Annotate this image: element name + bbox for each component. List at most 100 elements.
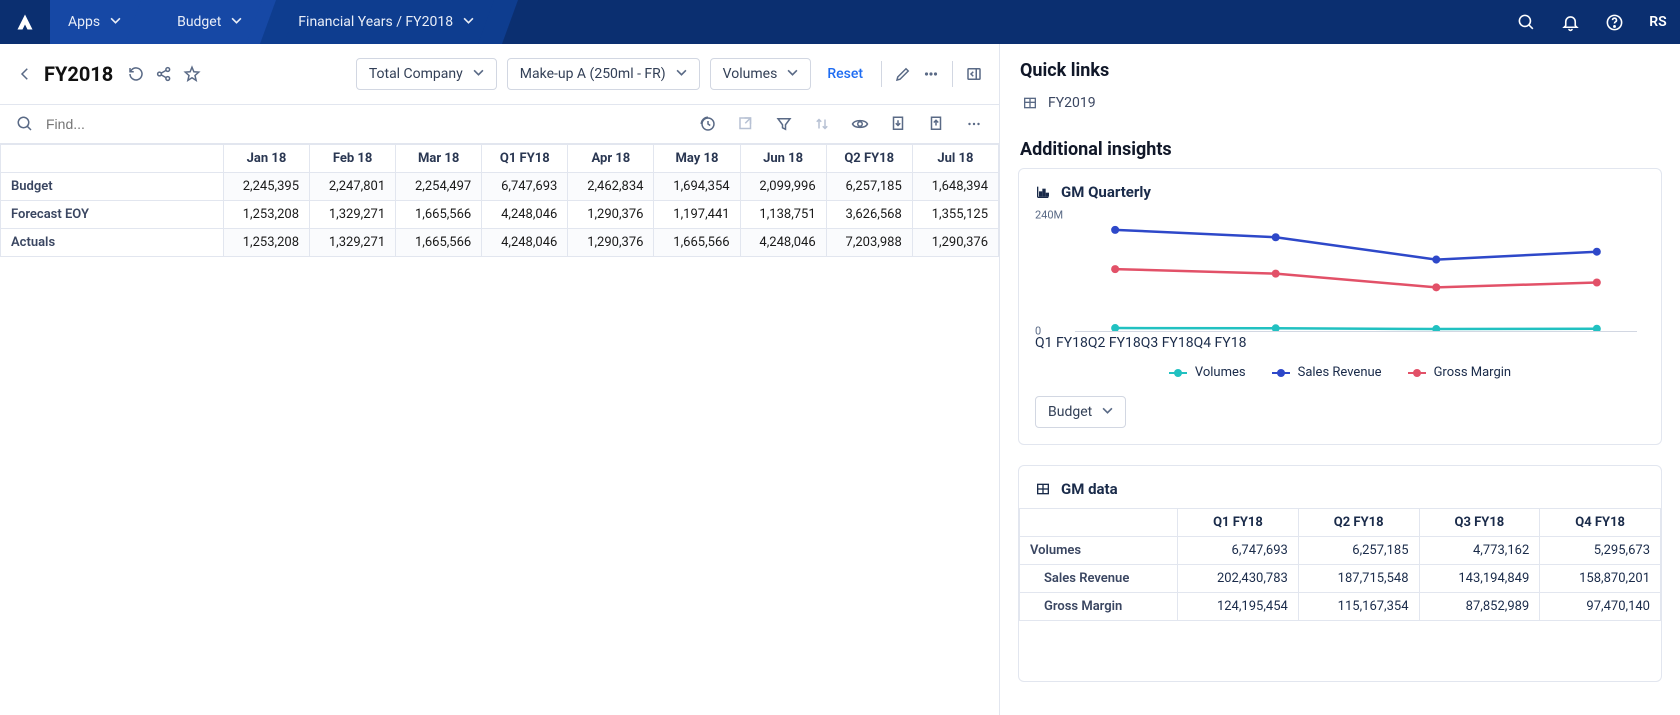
column-header[interactable]: Q1 FY18 bbox=[1178, 509, 1299, 537]
notifications-button[interactable] bbox=[1548, 0, 1592, 44]
data-cell[interactable]: 115,167,354 bbox=[1298, 593, 1419, 621]
quick-link-fy2019[interactable]: FY2019 bbox=[1000, 89, 1680, 123]
edit-button[interactable] bbox=[894, 65, 912, 83]
row-header[interactable]: Actuals bbox=[1, 229, 224, 257]
column-header[interactable]: Jan 18 bbox=[223, 145, 309, 173]
chart-card: GM Quarterly 240M 0 Q1 FY18Q2 FY18Q3 FY1… bbox=[1018, 168, 1662, 445]
column-header[interactable]: Q4 FY18 bbox=[1540, 509, 1661, 537]
row-header[interactable]: Gross Margin bbox=[1020, 593, 1178, 621]
data-cell[interactable]: 158,870,201 bbox=[1540, 565, 1661, 593]
column-header[interactable]: Q2 FY18 bbox=[826, 145, 912, 173]
data-cell[interactable]: 2,245,395 bbox=[223, 173, 309, 201]
filter-entity-label: Total Company bbox=[369, 66, 463, 82]
data-cell[interactable]: 4,248,046 bbox=[482, 201, 568, 229]
data-cell[interactable]: 97,470,140 bbox=[1540, 593, 1661, 621]
data-cell[interactable]: 124,195,454 bbox=[1178, 593, 1299, 621]
find-input[interactable] bbox=[44, 115, 284, 133]
data-cell[interactable]: 202,430,783 bbox=[1178, 565, 1299, 593]
visibility-button[interactable] bbox=[851, 115, 869, 133]
row-header[interactable]: Sales Revenue bbox=[1020, 565, 1178, 593]
history-button[interactable] bbox=[699, 115, 717, 133]
main-data-grid[interactable]: Jan 18Feb 18Mar 18Q1 FY18Apr 18May 18Jun… bbox=[0, 144, 999, 257]
export-button[interactable] bbox=[927, 115, 945, 133]
search-button[interactable] bbox=[1504, 0, 1548, 44]
import-button[interactable] bbox=[889, 115, 907, 133]
data-cell[interactable]: 1,290,376 bbox=[568, 201, 654, 229]
column-header[interactable]: Apr 18 bbox=[568, 145, 654, 173]
data-cell[interactable]: 143,194,849 bbox=[1419, 565, 1540, 593]
data-cell[interactable]: 1,329,271 bbox=[310, 201, 396, 229]
column-header[interactable]: May 18 bbox=[654, 145, 740, 173]
column-header[interactable]: Feb 18 bbox=[310, 145, 396, 173]
nav-breadcrumb[interactable]: Financial Years / FY2018 bbox=[280, 0, 498, 44]
data-cell[interactable]: 87,852,989 bbox=[1419, 593, 1540, 621]
row-header[interactable]: Volumes bbox=[1020, 537, 1178, 565]
sort-button[interactable] bbox=[813, 115, 831, 133]
data-cell[interactable]: 1,290,376 bbox=[568, 229, 654, 257]
bell-icon bbox=[1561, 13, 1580, 32]
data-cell[interactable]: 2,247,801 bbox=[310, 173, 396, 201]
data-cell[interactable]: 187,715,548 bbox=[1298, 565, 1419, 593]
data-cell[interactable]: 2,254,497 bbox=[396, 173, 482, 201]
column-header[interactable]: Q2 FY18 bbox=[1298, 509, 1419, 537]
gm-data-table[interactable]: Q1 FY18Q2 FY18Q3 FY18Q4 FY18 Volumes6,74… bbox=[1019, 508, 1661, 621]
data-cell[interactable]: 4,248,046 bbox=[482, 229, 568, 257]
data-cell[interactable]: 1,197,441 bbox=[654, 201, 740, 229]
filter-button[interactable] bbox=[775, 115, 793, 133]
app-logo[interactable] bbox=[0, 0, 50, 44]
favorite-button[interactable] bbox=[183, 65, 201, 83]
data-cell[interactable]: 1,694,354 bbox=[654, 173, 740, 201]
column-header[interactable]: Jun 18 bbox=[740, 145, 826, 173]
table-row: Sales Revenue202,430,783187,715,548143,1… bbox=[1020, 565, 1661, 593]
column-header[interactable]: Q3 FY18 bbox=[1419, 509, 1540, 537]
nav-budget[interactable]: Budget bbox=[159, 0, 266, 44]
data-cell[interactable]: 6,257,185 bbox=[826, 173, 912, 201]
share-button[interactable] bbox=[155, 65, 173, 83]
table-row: Gross Margin124,195,454115,167,35487,852… bbox=[1020, 593, 1661, 621]
data-cell[interactable]: 2,462,834 bbox=[568, 173, 654, 201]
toggle-panel-button[interactable] bbox=[965, 65, 983, 83]
data-cell[interactable]: 1,648,394 bbox=[912, 173, 998, 201]
refresh-button[interactable] bbox=[127, 65, 145, 83]
data-cell[interactable]: 7,203,988 bbox=[826, 229, 912, 257]
data-cell[interactable]: 1,329,271 bbox=[310, 229, 396, 257]
filter-product[interactable]: Make-up A (250ml - FR) bbox=[507, 58, 700, 90]
data-cell[interactable]: 6,257,185 bbox=[1298, 537, 1419, 565]
overflow-button[interactable] bbox=[922, 65, 940, 83]
filter-entity[interactable]: Total Company bbox=[356, 58, 497, 90]
share-cell-button[interactable] bbox=[737, 115, 755, 133]
data-cell[interactable]: 4,248,046 bbox=[740, 229, 826, 257]
data-cell[interactable]: 1,665,566 bbox=[396, 229, 482, 257]
table-row: Volumes6,747,6936,257,1854,773,1625,295,… bbox=[1020, 537, 1661, 565]
more-button[interactable] bbox=[965, 115, 983, 133]
data-cell[interactable]: 1,138,751 bbox=[740, 201, 826, 229]
help-button[interactable] bbox=[1592, 0, 1636, 44]
data-cell[interactable]: 1,665,566 bbox=[396, 201, 482, 229]
filter-measure[interactable]: Volumes bbox=[710, 58, 812, 90]
nav-breadcrumb-label: Financial Years / FY2018 bbox=[298, 14, 453, 30]
data-cell[interactable]: 1,253,208 bbox=[223, 201, 309, 229]
chevron-down-icon bbox=[473, 66, 484, 82]
row-header[interactable]: Forecast EOY bbox=[1, 201, 224, 229]
y-axis-label-top: 240M bbox=[1035, 209, 1063, 222]
data-cell[interactable]: 6,747,693 bbox=[482, 173, 568, 201]
data-cell[interactable]: 2,099,996 bbox=[740, 173, 826, 201]
data-cell[interactable]: 1,355,125 bbox=[912, 201, 998, 229]
data-cell[interactable]: 1,253,208 bbox=[223, 229, 309, 257]
sort-icon bbox=[813, 115, 831, 133]
data-cell[interactable]: 6,747,693 bbox=[1178, 537, 1299, 565]
data-cell[interactable]: 3,626,568 bbox=[826, 201, 912, 229]
data-cell[interactable]: 1,290,376 bbox=[912, 229, 998, 257]
user-avatar[interactable]: RS bbox=[1636, 0, 1680, 44]
column-header[interactable]: Jul 18 bbox=[912, 145, 998, 173]
back-button[interactable] bbox=[16, 65, 34, 83]
column-header[interactable]: Q1 FY18 bbox=[482, 145, 568, 173]
column-header[interactable]: Mar 18 bbox=[396, 145, 482, 173]
reset-button[interactable]: Reset bbox=[821, 66, 869, 82]
nav-apps[interactable]: Apps bbox=[50, 0, 145, 44]
data-cell[interactable]: 1,665,566 bbox=[654, 229, 740, 257]
chart-scenario-dropdown[interactable]: Budget bbox=[1035, 396, 1126, 428]
data-cell[interactable]: 4,773,162 bbox=[1419, 537, 1540, 565]
data-cell[interactable]: 5,295,673 bbox=[1540, 537, 1661, 565]
row-header[interactable]: Budget bbox=[1, 173, 224, 201]
